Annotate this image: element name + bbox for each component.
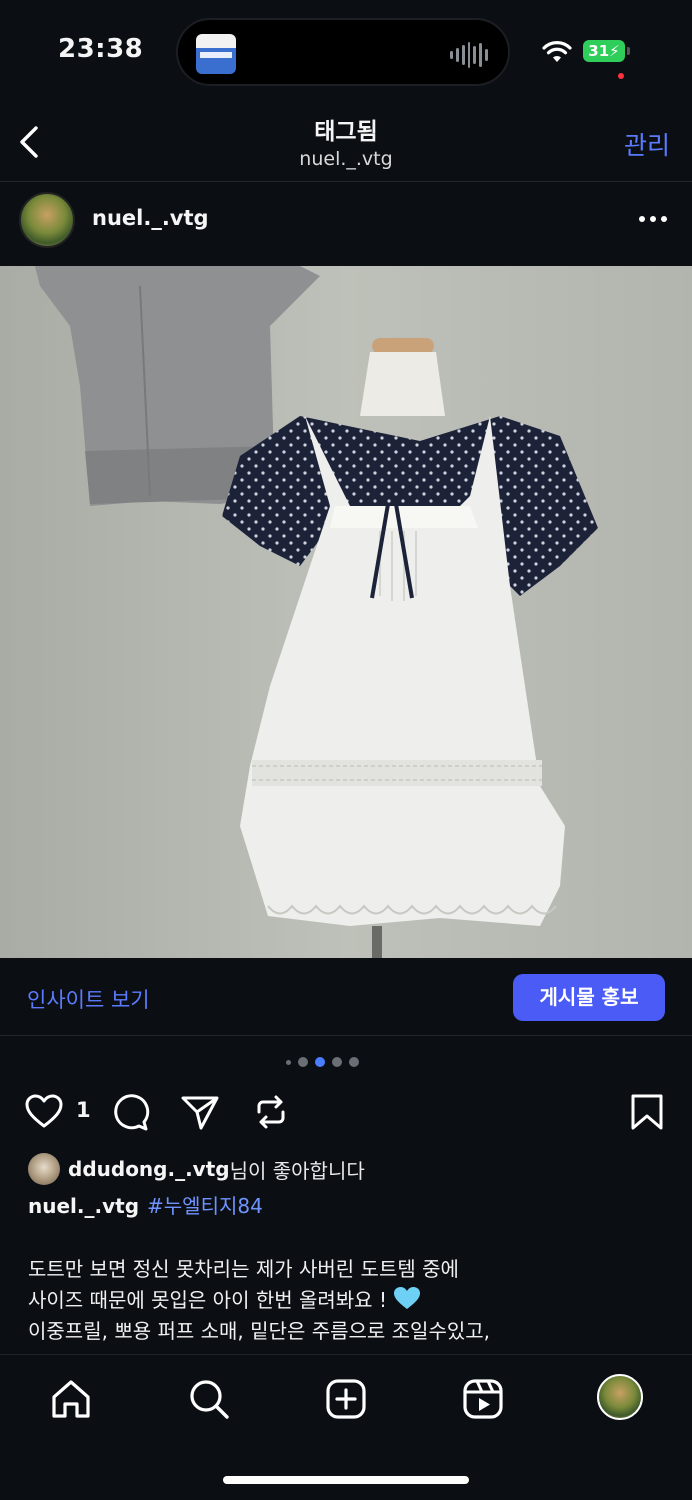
status-bar: 23:38 31⚡ <box>0 0 692 100</box>
liked-by-suffix: 님이 좋아합니다 <box>229 1158 365 1183</box>
carousel-indicator <box>286 1056 359 1068</box>
more-horizontal-icon[interactable] <box>638 213 668 225</box>
caption-body[interactable]: 도트만 보면 정신 못차리는 제가 사버린 도트템 중에 사이즈 때문에 못입은… <box>28 1254 668 1354</box>
heart-outline-icon[interactable] <box>24 1092 64 1132</box>
bookmark-icon[interactable] <box>627 1092 667 1132</box>
repost-icon[interactable] <box>251 1092 291 1132</box>
post-photo[interactable] <box>0 266 692 958</box>
notification-dot <box>618 73 624 79</box>
dynamic-island[interactable] <box>176 18 510 86</box>
post-actions: 1 <box>0 1086 692 1136</box>
clothing-illustration <box>0 266 692 958</box>
header-bar: 태그됨 nuel._.vtg 관리 <box>0 100 692 182</box>
comment-icon[interactable] <box>110 1092 150 1132</box>
like-count[interactable]: 1 <box>76 1098 91 1122</box>
battery-tip <box>627 47 630 55</box>
caption-line: 이중프릴, 뽀용 퍼프 소매, 밑단은 주름으로 조일수있고, <box>28 1319 491 1343</box>
carousel-dot <box>298 1057 308 1067</box>
reels-icon[interactable] <box>461 1377 505 1421</box>
post-username[interactable]: nuel._.vtg <box>92 206 209 230</box>
carousel-dot <box>332 1057 342 1067</box>
caption-username[interactable]: nuel._.vtg <box>28 1194 139 1218</box>
audio-wave-icon <box>450 42 489 68</box>
profile-tab-avatar[interactable] <box>597 1374 643 1420</box>
caption-header: nuel._.vtg #누엘티지84 <box>28 1190 263 1219</box>
battery-indicator: 31⚡ <box>583 40 625 62</box>
home-indicator[interactable] <box>223 1476 469 1484</box>
liker-avatar <box>28 1153 60 1185</box>
caption-line: 도트만 보면 정신 못차리는 제가 사버린 도트템 중에 <box>28 1257 459 1281</box>
home-icon[interactable] <box>49 1377 93 1421</box>
page-title: 태그됨 <box>314 119 378 145</box>
manage-button[interactable]: 관리 <box>624 126 670 162</box>
now-playing-thumbnail <box>196 34 236 74</box>
battery-level: 31 <box>588 42 610 60</box>
wifi-icon <box>542 41 572 62</box>
carousel-dot <box>286 1059 291 1065</box>
liker-username[interactable]: ddudong._.vtg <box>68 1157 230 1181</box>
light-blue-heart-icon <box>394 1287 421 1309</box>
insight-row: 인사이트 보기 게시물 홍보 <box>0 958 692 1036</box>
post-header: nuel._.vtg <box>0 183 692 265</box>
page-subtitle: nuel._.vtg <box>299 148 393 170</box>
status-time: 23:38 <box>58 34 144 64</box>
search-icon[interactable] <box>187 1377 231 1421</box>
promote-post-button[interactable]: 게시물 홍보 <box>513 974 665 1021</box>
avatar[interactable] <box>19 192 75 248</box>
carousel-dot <box>349 1057 359 1067</box>
caption-line: 사이즈 때문에 못입은 아이 한번 올려봐요 ! <box>28 1285 668 1316</box>
view-insights-link[interactable]: 인사이트 보기 <box>27 984 150 1014</box>
caption-hashtag[interactable]: #누엘티지84 <box>147 1194 263 1218</box>
liked-by-row[interactable]: ddudong._.vtg 님이 좋아합니다 <box>28 1152 365 1186</box>
plus-square-icon[interactable] <box>324 1377 368 1421</box>
carousel-dot-active <box>315 1057 325 1067</box>
send-icon[interactable] <box>180 1092 220 1132</box>
